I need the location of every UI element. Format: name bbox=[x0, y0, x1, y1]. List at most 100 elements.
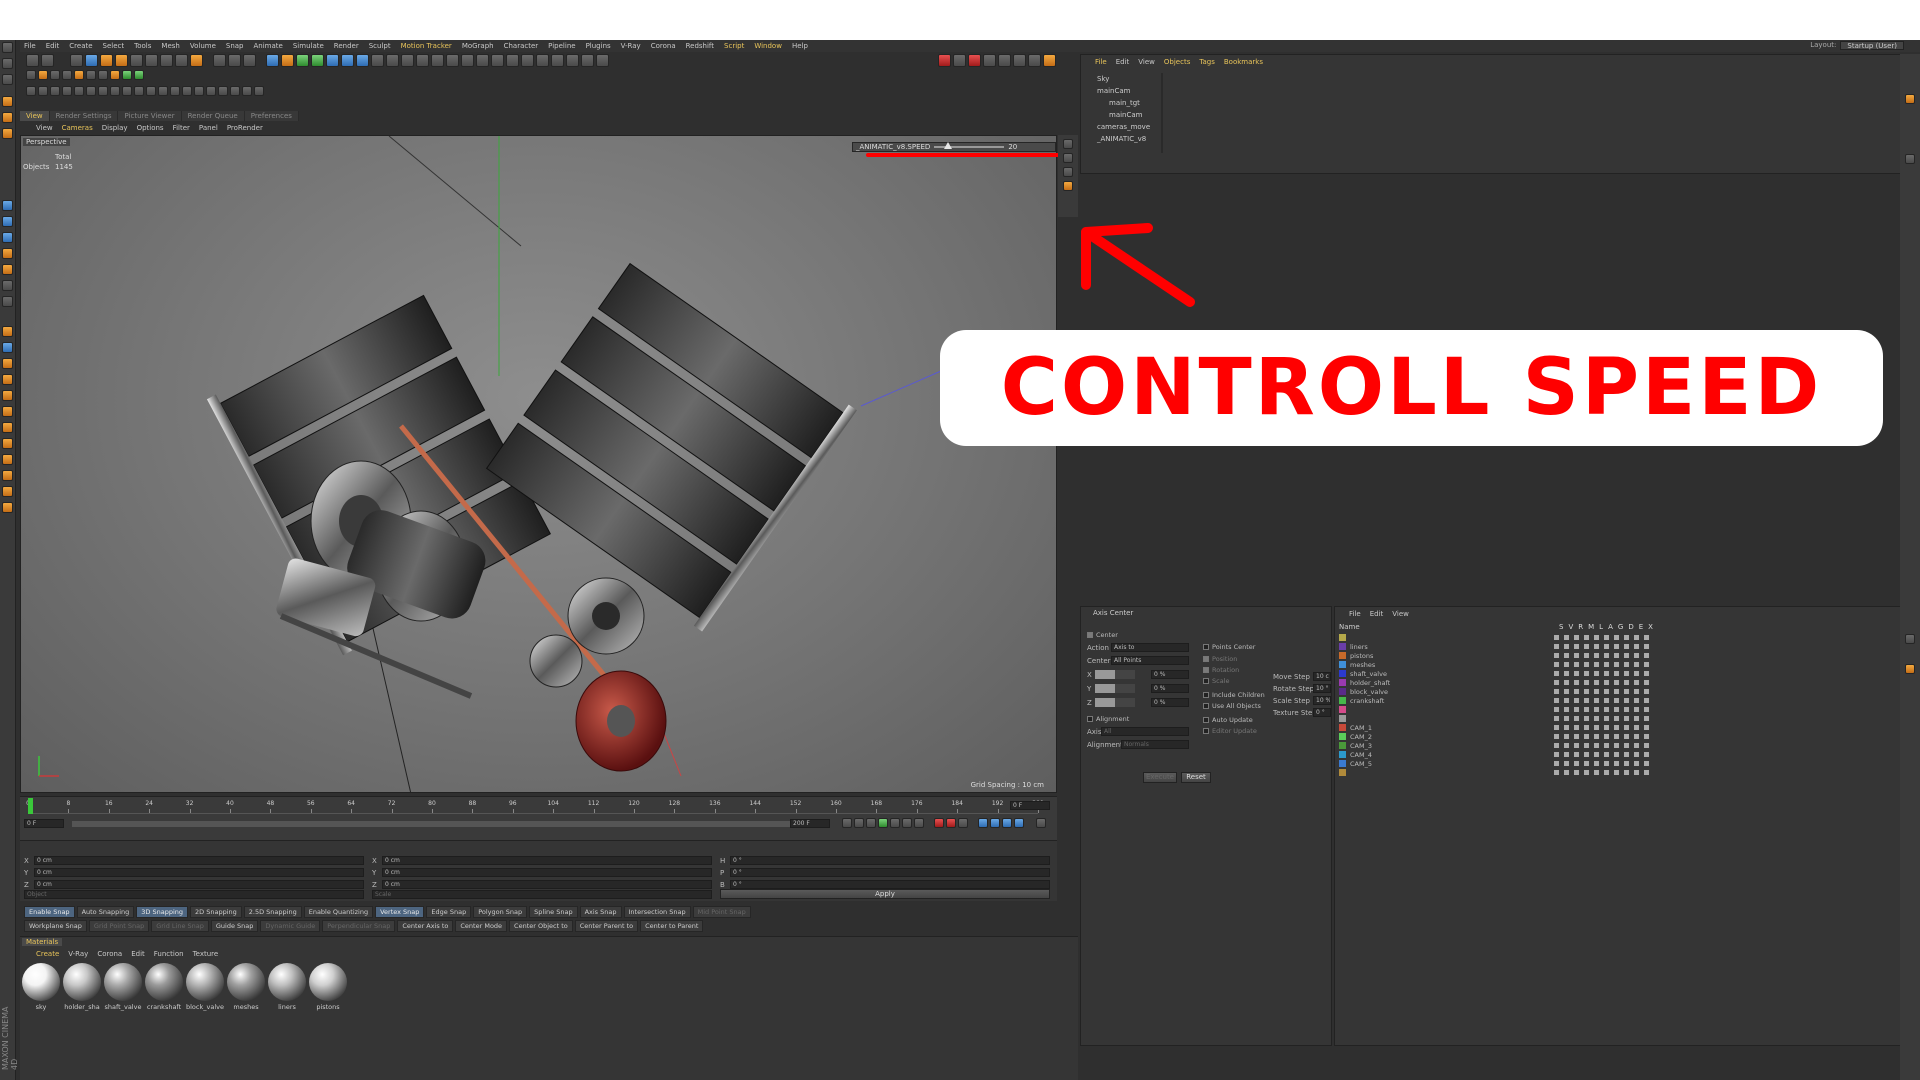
tab-picture-viewer[interactable]: Picture Viewer bbox=[118, 111, 182, 121]
tool-icon-b[interactable] bbox=[401, 54, 414, 67]
tool-icon-s4[interactable] bbox=[98, 70, 108, 80]
tool-icon-s6[interactable] bbox=[122, 70, 132, 80]
tool-icon-r5[interactable] bbox=[1043, 54, 1056, 67]
viewport-menu-options[interactable]: Options bbox=[137, 124, 164, 132]
layer-toggle[interactable] bbox=[1594, 689, 1599, 694]
object-row[interactable]: Sky bbox=[1081, 73, 1909, 85]
tool-icon-t1[interactable] bbox=[26, 86, 36, 96]
layer-toggle[interactable] bbox=[1624, 707, 1629, 712]
layer-row[interactable]: CAM_1 bbox=[1339, 723, 1799, 732]
snap-button[interactable]: 2.5D Snapping bbox=[243, 906, 302, 918]
coord-scale-select[interactable]: Scale bbox=[372, 890, 712, 899]
layer-toggle[interactable] bbox=[1584, 680, 1589, 685]
layer-toggle[interactable] bbox=[1574, 698, 1579, 703]
layer-toggle[interactable] bbox=[1604, 689, 1609, 694]
layer-toggle[interactable] bbox=[1644, 689, 1649, 694]
tool-icon-v1[interactable] bbox=[1063, 139, 1073, 149]
layer-toggle[interactable] bbox=[1584, 734, 1589, 739]
layer-row[interactable]: block_valve bbox=[1339, 687, 1799, 696]
layer-toggle[interactable] bbox=[1584, 662, 1589, 667]
points-center-checkbox[interactable]: Points Center bbox=[1203, 643, 1255, 651]
object-row[interactable]: cameras_move bbox=[1081, 121, 1909, 133]
save-icon[interactable] bbox=[50, 70, 60, 80]
alignment-select[interactable]: Normals bbox=[1121, 740, 1189, 749]
layer-toggle[interactable] bbox=[1584, 761, 1589, 766]
polygons-mode-icon[interactable] bbox=[2, 128, 13, 139]
material-swatch[interactable] bbox=[268, 963, 306, 1001]
prev-frame-icon[interactable] bbox=[866, 818, 876, 828]
lm-menu-edit[interactable]: Edit bbox=[1370, 610, 1384, 618]
center-select[interactable]: All Points bbox=[1111, 656, 1189, 665]
execute-button[interactable]: Execute bbox=[1143, 772, 1177, 783]
keyframe-icon[interactable] bbox=[953, 54, 966, 67]
autokey-icon[interactable] bbox=[946, 818, 956, 828]
include-children-checkbox[interactable]: Include Children bbox=[1203, 691, 1265, 699]
scale-icon[interactable] bbox=[100, 54, 113, 67]
record-key-icon[interactable] bbox=[934, 818, 944, 828]
tool-icon-t2[interactable] bbox=[38, 86, 48, 96]
layer-toggle[interactable] bbox=[1564, 662, 1569, 667]
snap-button[interactable]: Center Mode bbox=[455, 920, 508, 932]
undo-icon[interactable] bbox=[26, 54, 39, 67]
axis-select[interactable]: All bbox=[1101, 727, 1189, 736]
snap-button[interactable]: Edge Snap bbox=[426, 906, 472, 918]
layer-toggle[interactable] bbox=[1584, 716, 1589, 721]
deformer-icon[interactable] bbox=[326, 54, 339, 67]
layer-row[interactable]: holder_shaft bbox=[1339, 678, 1799, 687]
layer-toggle[interactable] bbox=[1574, 707, 1579, 712]
layers-dock-icon[interactable] bbox=[1905, 664, 1915, 674]
layer-color-swatch[interactable] bbox=[1339, 742, 1346, 749]
prev-key-icon[interactable] bbox=[854, 818, 864, 828]
scale-checkbox[interactable]: Scale bbox=[1203, 677, 1230, 685]
layer-toggle[interactable] bbox=[1554, 653, 1559, 658]
timeline-ruler[interactable]: 0816243240485664728088961041121201281361… bbox=[26, 800, 1044, 814]
subdivision-icon[interactable] bbox=[296, 54, 309, 67]
s-tool-icon-4[interactable] bbox=[2, 248, 13, 259]
tool-icon-b10[interactable] bbox=[2, 486, 13, 497]
tool-icon-j[interactable] bbox=[521, 54, 534, 67]
menu-item[interactable]: MoGraph bbox=[462, 42, 494, 50]
layer-toggle[interactable] bbox=[1604, 671, 1609, 676]
menu-item[interactable]: Render bbox=[334, 42, 359, 50]
layer-toggle[interactable] bbox=[1574, 653, 1579, 658]
pos-x-field[interactable]: 0 cm bbox=[34, 856, 364, 865]
tool-icon-a[interactable] bbox=[386, 54, 399, 67]
objects-dock-icon[interactable] bbox=[1905, 94, 1915, 104]
layer-toggle[interactable] bbox=[1624, 752, 1629, 757]
layer-row[interactable]: shaft_valve bbox=[1339, 669, 1799, 678]
menu-item[interactable]: Snap bbox=[226, 42, 244, 50]
layer-toggle[interactable] bbox=[1564, 761, 1569, 766]
layer-toggle[interactable] bbox=[1634, 644, 1639, 649]
range-slider[interactable] bbox=[72, 821, 792, 827]
viewport-menu-cameras[interactable]: Cameras bbox=[62, 124, 93, 132]
layer-toggle[interactable] bbox=[1644, 734, 1649, 739]
layer-toggle[interactable] bbox=[1634, 725, 1639, 730]
layer-toggle[interactable] bbox=[1554, 635, 1559, 640]
layer-toggle[interactable] bbox=[1554, 689, 1559, 694]
tool-icon-b3[interactable] bbox=[2, 374, 13, 385]
layer-toggle[interactable] bbox=[1644, 680, 1649, 685]
object-row[interactable]: _ANIMATIC_v8 bbox=[1081, 133, 1909, 145]
layer-toggle[interactable] bbox=[1624, 653, 1629, 658]
tool-icon-v3[interactable] bbox=[1063, 167, 1073, 177]
om-menu-file[interactable]: File bbox=[1095, 58, 1107, 66]
layer-toggle[interactable] bbox=[1594, 725, 1599, 730]
layer-toggle[interactable] bbox=[1644, 716, 1649, 721]
mat-menu-texture[interactable]: Texture bbox=[193, 950, 219, 958]
layer-toggle[interactable] bbox=[1604, 653, 1609, 658]
layer-toggle[interactable] bbox=[1554, 671, 1559, 676]
tool-icon-t11[interactable] bbox=[146, 86, 156, 96]
scale-key-icon[interactable] bbox=[1002, 818, 1012, 828]
layer-toggle[interactable] bbox=[1634, 743, 1639, 748]
timeline-menu-icon[interactable] bbox=[1036, 818, 1046, 828]
tab-render-settings[interactable]: Render Settings bbox=[49, 111, 119, 121]
pos-y-field[interactable]: 0 cm bbox=[34, 868, 364, 877]
layer-row[interactable] bbox=[1339, 714, 1799, 723]
layer-toggle[interactable] bbox=[1634, 734, 1639, 739]
layer-toggle[interactable] bbox=[1614, 671, 1619, 676]
lm-menu-file[interactable]: File bbox=[1349, 610, 1361, 618]
tool-icon-r1[interactable] bbox=[983, 54, 996, 67]
layer-toggle[interactable] bbox=[1614, 770, 1619, 775]
tool-icon-c[interactable] bbox=[416, 54, 429, 67]
layer-toggle[interactable] bbox=[1574, 725, 1579, 730]
